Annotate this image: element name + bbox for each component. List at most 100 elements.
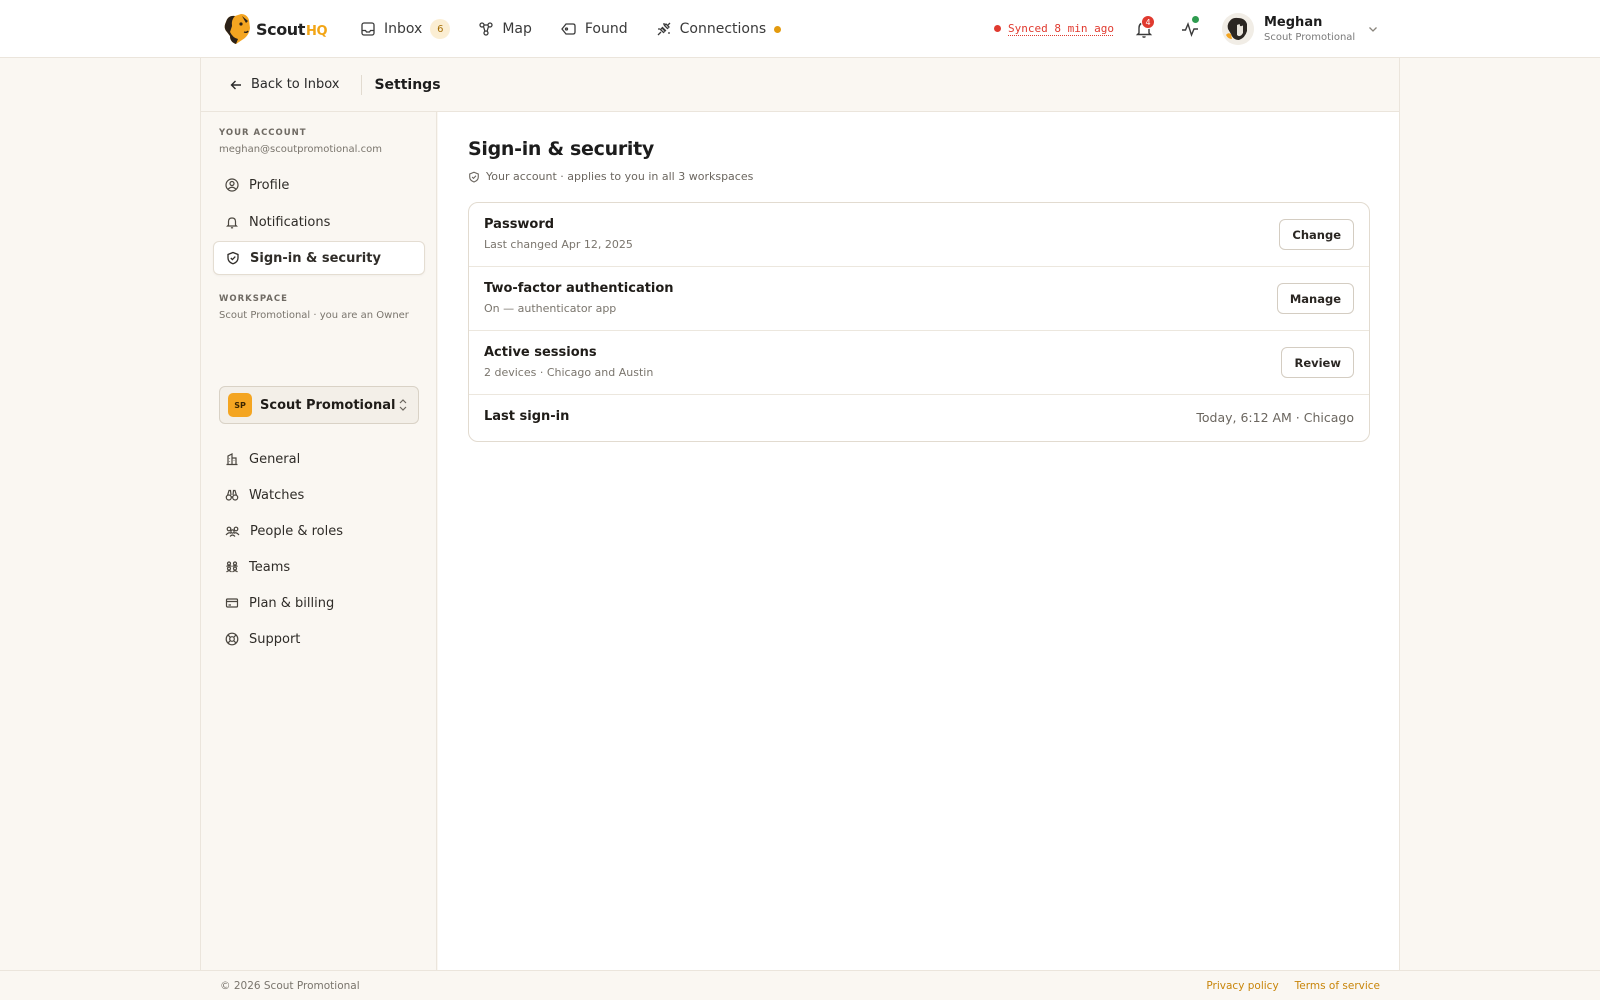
- arrow-left-icon: [230, 80, 241, 89]
- page-footer: © 2026 Scout Promotional Privacy policy …: [0, 970, 1600, 1000]
- binoculars-icon: [225, 489, 239, 501]
- sync-warning-dot: [994, 25, 1001, 32]
- workspace-name: Scout Promotional: [260, 397, 396, 413]
- people-icon: [225, 526, 240, 537]
- user-name: Meghan: [1264, 14, 1323, 30]
- shield-check-icon: [227, 251, 239, 265]
- team-icon: [226, 561, 238, 573]
- section-subtitle: Your account · applies to you in all 3 w…: [468, 170, 753, 183]
- credit-card-icon: [225, 598, 239, 608]
- sidebar-item-profile[interactable]: Profile: [213, 168, 425, 202]
- sidebar-item-people-roles[interactable]: People & roles: [213, 514, 425, 548]
- sidebar-item-label: Plan & billing: [249, 595, 335, 611]
- account-section-heading: YOUR ACCOUNT: [219, 128, 307, 138]
- nav-item-inbox[interactable]: Inbox 6: [360, 16, 451, 42]
- settings-sidebar: YOUR ACCOUNT meghan@scoutpromotional.com…: [201, 112, 437, 970]
- sidebar-item-label: Teams: [249, 559, 291, 575]
- last-sign-in-row: Last sign-in Today, 6:12 AM · Chicago: [469, 395, 1369, 441]
- brand-logo[interactable]: ScoutHQ: [220, 12, 328, 46]
- privacy-policy-link[interactable]: Privacy policy: [1206, 980, 1278, 992]
- workspace-section-heading: WORKSPACE: [219, 294, 288, 304]
- security-settings-card: Password Last changed Apr 12, 2025 Chang…: [468, 202, 1370, 442]
- inbox-icon: [361, 22, 375, 36]
- sync-status-text: Synced 8 min ago: [1008, 22, 1114, 35]
- footer-links: Privacy policy Terms of service: [1190, 980, 1380, 992]
- row-subtitle: Last changed Apr 12, 2025: [484, 238, 633, 251]
- shield-check-icon: [469, 171, 479, 183]
- sidebar-item-label: Sign-in & security: [250, 250, 381, 266]
- nav-item-map[interactable]: Map: [478, 16, 532, 42]
- sidebar-item-label: Support: [249, 631, 301, 647]
- row-subtitle: On — authenticator app: [484, 302, 617, 315]
- nav-label: Inbox: [384, 21, 423, 37]
- sidebar-item-label: General: [249, 451, 301, 467]
- account-email: meghan@scoutpromotional.com: [219, 144, 382, 155]
- row-subtitle: 2 devices · Chicago and Austin: [484, 366, 654, 379]
- review-sessions-button[interactable]: Review: [1281, 347, 1354, 378]
- tag-icon: [561, 23, 576, 35]
- active-sessions-row: Active sessions 2 devices · Chicago and …: [469, 331, 1369, 395]
- nav-label: Connections: [679, 21, 767, 37]
- user-info: Meghan Scout Promotional: [1264, 15, 1355, 44]
- subheader-divider: [361, 74, 363, 95]
- terms-of-service-link[interactable]: Terms of service: [1295, 980, 1380, 992]
- settings-content: Sign-in & security Your account · applie…: [438, 112, 1399, 970]
- sidebar-item-sign-in-security[interactable]: Sign-in & security: [213, 241, 425, 275]
- page-title: Settings: [374, 76, 441, 93]
- primary-nav: Inbox 6 Map Found Connections: [360, 16, 809, 42]
- copyright-text: © 2026 Scout Promotional: [220, 980, 360, 992]
- lifebuoy-icon: [225, 632, 239, 646]
- dog-avatar-icon: [1222, 13, 1254, 45]
- top-bar: ScoutHQ Inbox 6 Map Found Connections Sy…: [0, 0, 1600, 58]
- change-password-button[interactable]: Change: [1279, 219, 1354, 250]
- sidebar-item-general[interactable]: General: [213, 442, 425, 476]
- sidebar-item-label: People & roles: [250, 523, 343, 539]
- brand-wordmark: ScoutHQ: [256, 19, 328, 39]
- back-label: Back to Inbox: [251, 77, 340, 92]
- plug-icon: [657, 22, 671, 36]
- map-nodes-icon: [479, 22, 493, 36]
- connections-status-dot: [774, 25, 782, 33]
- back-to-inbox-link[interactable]: Back to Inbox: [229, 77, 339, 92]
- workspace-initials-badge: SP: [228, 393, 252, 417]
- notification-count-badge: 4: [1141, 15, 1155, 29]
- password-row: Password Last changed Apr 12, 2025 Chang…: [469, 203, 1369, 267]
- building-icon: [226, 453, 238, 466]
- nav-label: Map: [502, 21, 532, 37]
- two-factor-row: Two-factor authentication On — authentic…: [469, 267, 1369, 331]
- sidebar-item-watches[interactable]: Watches: [213, 478, 425, 512]
- bell-icon: [226, 217, 238, 229]
- sidebar-item-label: Watches: [249, 487, 305, 503]
- manage-two-factor-button[interactable]: Manage: [1276, 283, 1354, 314]
- sidebar-item-plan-billing[interactable]: Plan & billing: [213, 586, 425, 620]
- section-title: Sign-in & security: [468, 138, 654, 160]
- row-title: Last sign-in: [484, 409, 570, 424]
- chevron-up-down-icon: [399, 399, 407, 411]
- sidebar-item-support[interactable]: Support: [213, 622, 425, 656]
- nav-item-connections[interactable]: Connections: [656, 16, 782, 42]
- last-sign-in-value: Today, 6:12 AM · Chicago: [1196, 410, 1354, 425]
- settings-frame: Back to Inbox Settings YOUR ACCOUNT megh…: [200, 58, 1400, 970]
- user-menu[interactable]: Meghan Scout Promotional: [1222, 13, 1379, 45]
- chevron-down-icon: [1369, 27, 1378, 32]
- sidebar-item-label: Profile: [249, 177, 290, 193]
- section-subtitle-text: Your account · applies to you in all 3 w…: [486, 170, 754, 183]
- workspace-role-text: Scout Promotional · you are an Owner: [219, 310, 409, 321]
- row-title: Password: [484, 217, 555, 232]
- sidebar-item-label: Notifications: [249, 214, 331, 230]
- user-circle-icon: [225, 178, 239, 192]
- inbox-count-badge: 6: [430, 19, 451, 39]
- settings-subheader: Back to Inbox Settings: [201, 58, 1399, 112]
- row-title: Active sessions: [484, 345, 597, 360]
- nav-item-found[interactable]: Found: [560, 16, 628, 42]
- avatar: [1222, 13, 1254, 45]
- user-org: Scout Promotional: [1264, 31, 1356, 43]
- sidebar-item-notifications[interactable]: Notifications: [213, 205, 425, 239]
- dog-logo-icon: [224, 14, 250, 44]
- workspace-selector[interactable]: SP Scout Promotional: [219, 386, 419, 424]
- sync-status[interactable]: Synced 8 min ago: [994, 22, 1114, 35]
- sidebar-item-teams[interactable]: Teams: [213, 550, 425, 584]
- row-title: Two-factor authentication: [484, 281, 674, 296]
- nav-label: Found: [584, 21, 628, 37]
- online-status-dot: [1192, 16, 1199, 23]
